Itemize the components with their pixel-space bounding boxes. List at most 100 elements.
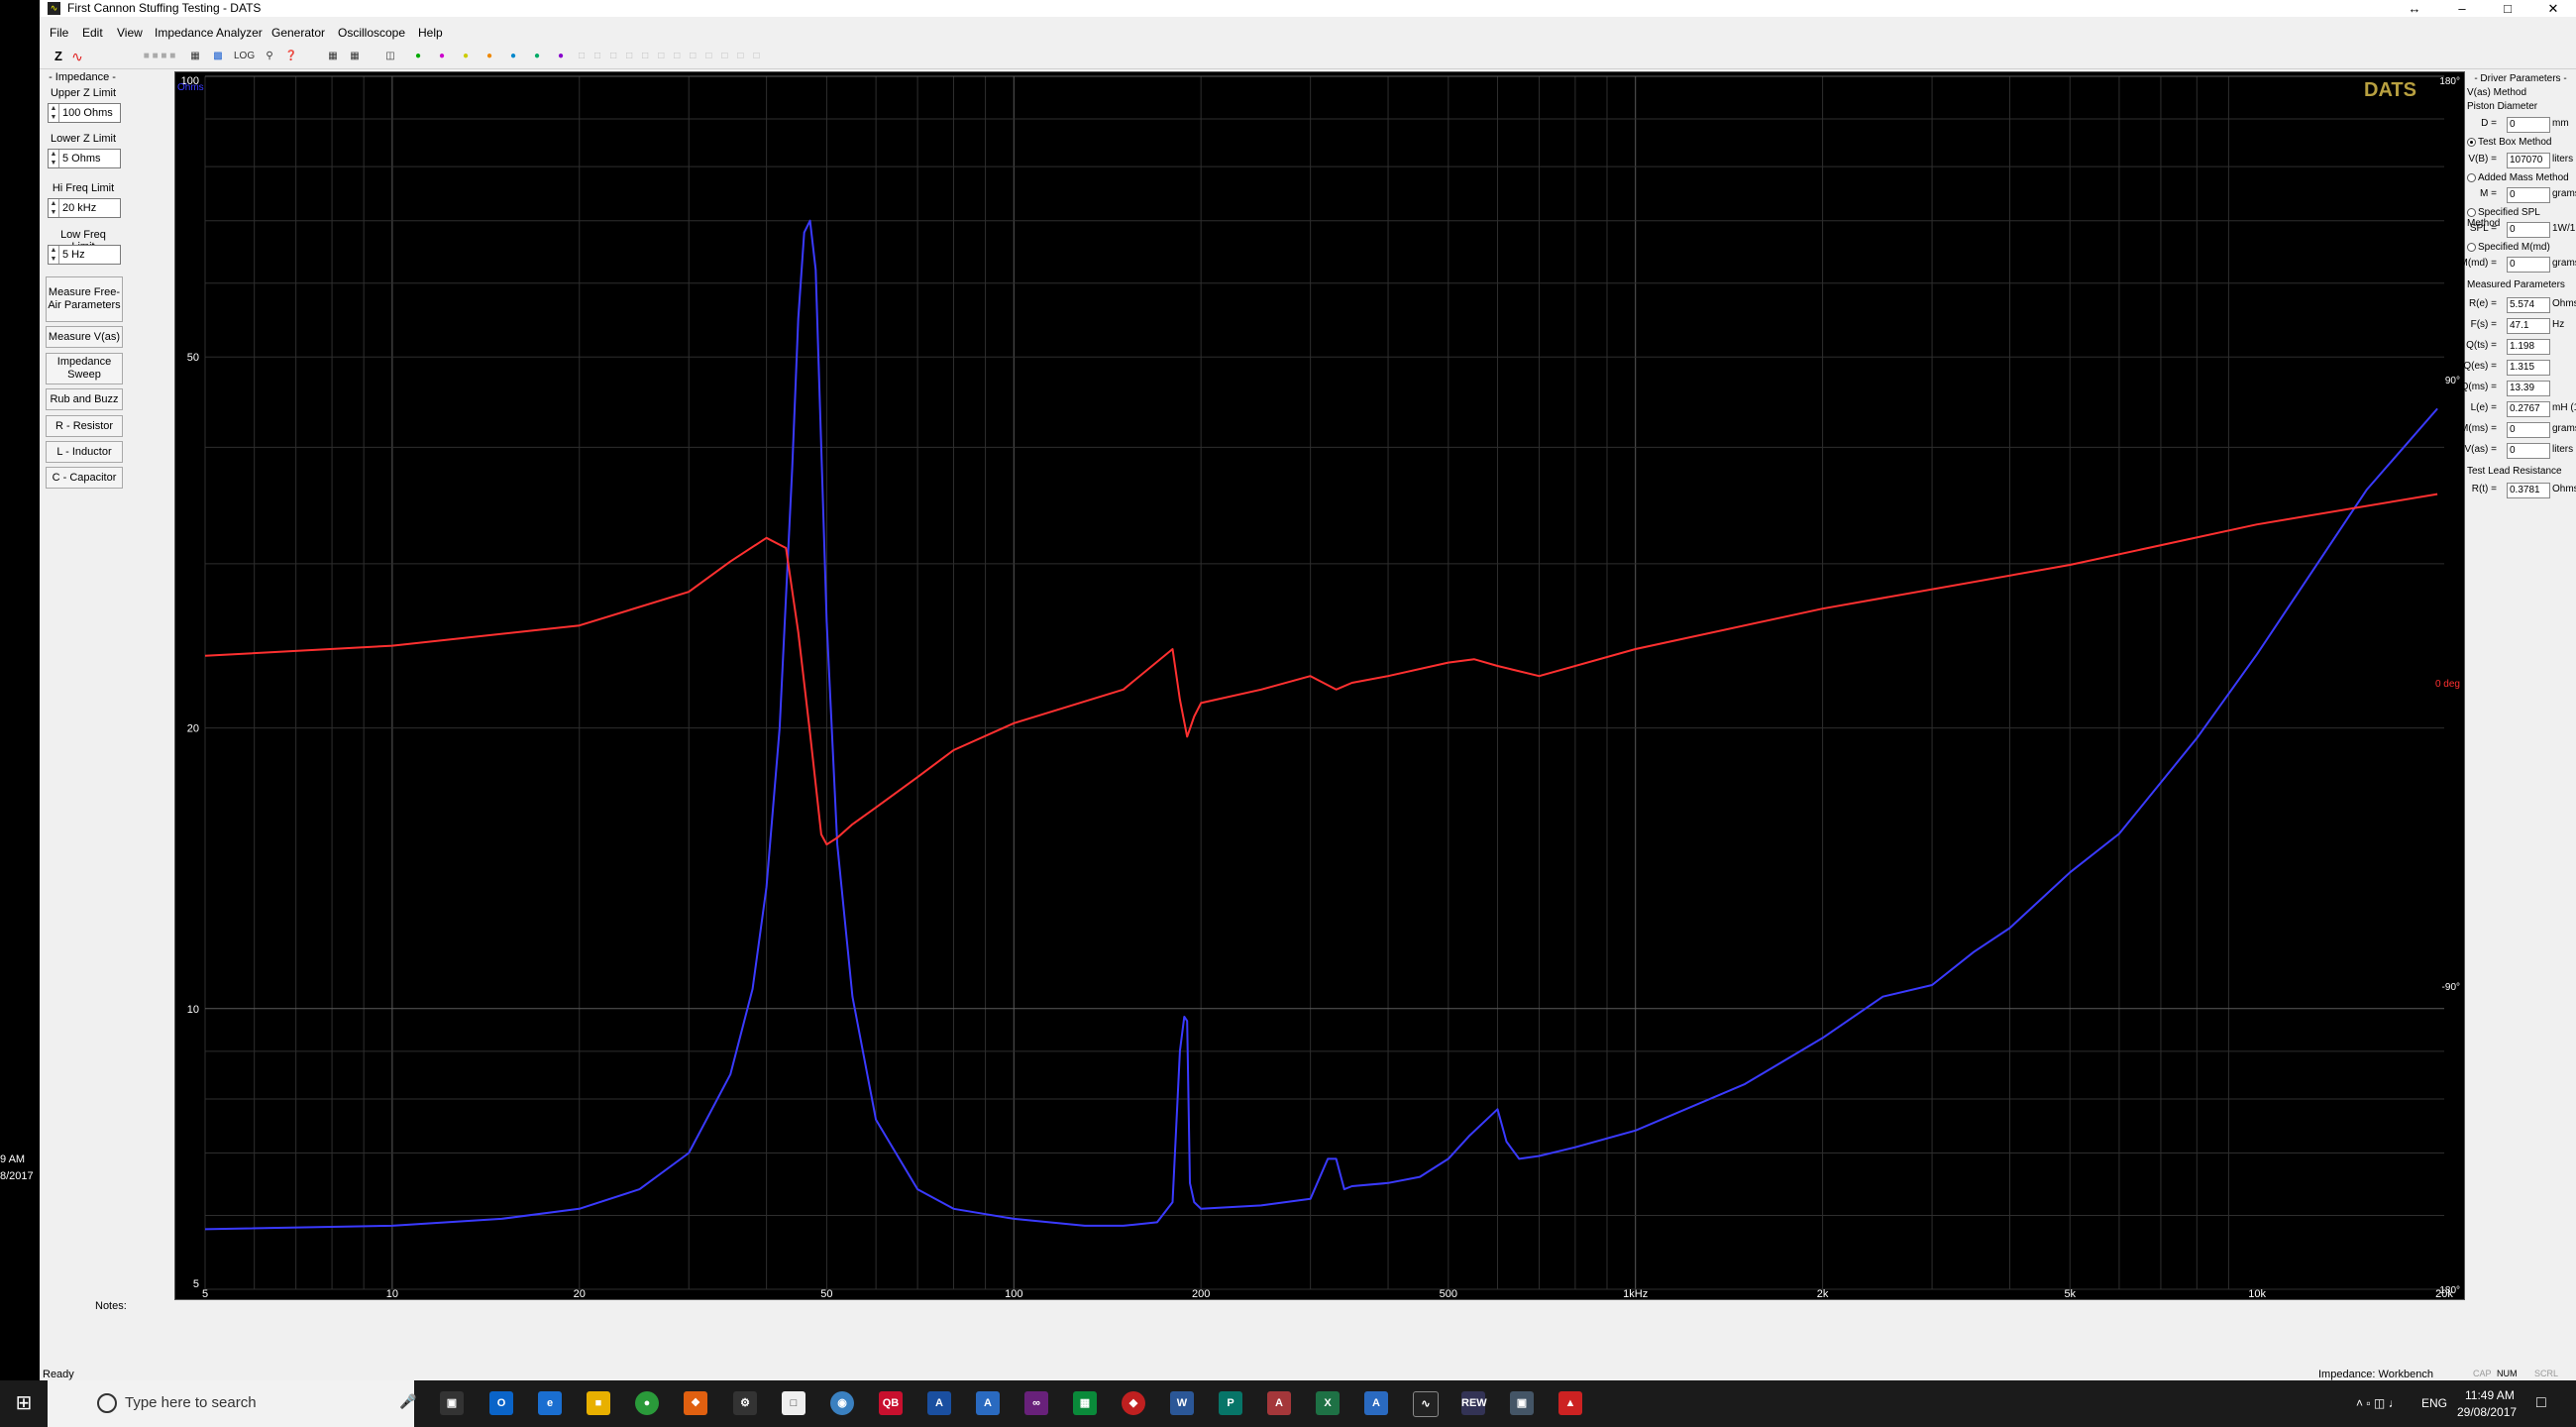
dats-app-icon[interactable]: ∿ [1413, 1391, 1439, 1417]
bar-chart-icon[interactable]: ▩ [210, 48, 226, 65]
app-a3-icon[interactable]: A [1364, 1391, 1388, 1415]
mmd-input[interactable]: 0 [2507, 257, 2550, 273]
taskbar-clock-date[interactable]: 29/08/2017 [2457, 1405, 2517, 1419]
impedance-chart[interactable]: 5 10 20 50 100 200 500 1kHz 2k 5k 10k 20k 100 50 20 10 5… [174, 71, 2465, 1300]
log-scale-icon[interactable]: LOG [234, 48, 255, 65]
phase-tick-label: -90° [2442, 982, 2460, 993]
minimize-button[interactable]: – [2439, 0, 2485, 17]
inductor-button[interactable]: L - Inductor [46, 441, 123, 463]
rub-and-buzz-button[interactable]: Rub and Buzz [46, 388, 123, 410]
steam-icon[interactable]: ⚙ [733, 1391, 757, 1415]
x-tick-label: 100 [1005, 1288, 1022, 1299]
quickbooks-icon[interactable]: QB [879, 1391, 903, 1415]
param-qes-value: 1.315 [2507, 360, 2550, 376]
spl-input[interactable]: 0 [2507, 222, 2550, 238]
specified-mmd-radio[interactable]: Specified M(md) [2467, 242, 2574, 253]
hi-freq-field[interactable]: ▲ ▼ 20 kHz [48, 198, 121, 218]
param-qts-row: Q(ts) = 1.198 [2466, 339, 2574, 355]
param-re-value: 5.574 [2507, 297, 2550, 313]
added-mass-radio[interactable]: Added Mass Method [2467, 172, 2574, 183]
memory-7-icon[interactable]: ● [551, 48, 571, 65]
spin-icon[interactable]: ▲ ▼ [49, 104, 59, 122]
lead-resistance-value[interactable]: 0.3781 [2507, 483, 2550, 498]
rew-icon[interactable]: REW [1461, 1391, 1487, 1415]
menu-file[interactable]: File [50, 26, 68, 40]
param-re-row: R(e) =5.574Ohms [2467, 297, 2576, 313]
app-window: ∿ First Cannon Stuffing Testing - DATS ↔… [40, 0, 2576, 1380]
grid-icon[interactable]: ▦ [188, 48, 202, 65]
mode-a-icon[interactable]: ▦ [323, 48, 343, 65]
word-icon[interactable]: W [1170, 1391, 1194, 1415]
spin-icon[interactable]: ▲ ▼ [49, 246, 59, 264]
memory-write-icon[interactable]: ◫ [380, 48, 400, 65]
menu-impedance-analyzer[interactable]: Impedance Analyzer [155, 26, 263, 40]
memory-4-icon[interactable]: ● [480, 48, 499, 65]
microphone-icon[interactable]: 🎤 [399, 1393, 416, 1410]
measure-free-air-button[interactable]: Measure Free-Air Parameters [46, 276, 123, 322]
diameter-input[interactable]: 0 [2507, 117, 2550, 133]
x-tick-label: 500 [1440, 1288, 1457, 1299]
app-green-icon[interactable]: ▦ [1073, 1391, 1097, 1415]
outlook-icon[interactable]: O [489, 1391, 513, 1415]
document-icon[interactable]: □ [782, 1391, 805, 1415]
mode-b-icon[interactable]: ▦ [345, 48, 365, 65]
app-red-icon[interactable]: ◆ [1122, 1391, 1145, 1415]
language-indicator[interactable]: ENG [2421, 1396, 2447, 1410]
task-view-icon[interactable]: ▣ [440, 1391, 464, 1415]
memory-6-icon[interactable]: ● [527, 48, 547, 65]
file-explorer-icon[interactable]: ■ [587, 1391, 610, 1415]
menu-bar: File Edit View Impedance Analyzer Genera… [40, 24, 2576, 42]
spin-icon[interactable]: ▲ ▼ [49, 150, 59, 167]
app-grey-icon[interactable]: ▣ [1510, 1391, 1534, 1415]
vb-input[interactable]: 107070 [2507, 153, 2550, 168]
x-tick-label: 5 [202, 1288, 208, 1299]
maximize-button[interactable]: □ [2485, 0, 2530, 17]
memory-1-icon[interactable]: ● [408, 48, 428, 65]
close-button[interactable]: ✕ [2530, 0, 2576, 17]
visual-studio-icon[interactable]: ∞ [1024, 1391, 1048, 1415]
probe-icon[interactable]: ⚲ [264, 48, 275, 65]
menu-oscilloscope[interactable]: Oscilloscope [338, 26, 405, 40]
edge-icon[interactable]: e [538, 1391, 562, 1415]
app-orange-icon[interactable]: ❖ [684, 1391, 707, 1415]
search-placeholder: Type here to search [125, 1394, 257, 1411]
spin-icon[interactable]: ▲ ▼ [49, 199, 59, 217]
publisher-icon[interactable]: P [1219, 1391, 1242, 1415]
phase-mode-button[interactable]: ∿ [69, 48, 85, 65]
tray-icons[interactable]: ˄ ▫ ◫ ♩ [2356, 1396, 2401, 1410]
menu-view[interactable]: View [117, 26, 143, 40]
app-a2-icon[interactable]: A [976, 1391, 1000, 1415]
measure-vas-button[interactable]: Measure V(as) [46, 326, 123, 348]
impedance-mode-button[interactable]: Z [52, 48, 65, 65]
impedance-sweep-button[interactable]: Impedance Sweep [46, 353, 123, 384]
windows-start-icon[interactable]: ⊞ [0, 1380, 48, 1427]
chrome-icon[interactable]: ● [635, 1391, 659, 1415]
help-cursor-icon[interactable]: ❓ [283, 48, 299, 65]
lower-z-field[interactable]: ▲ ▼ 5 Ohms [48, 149, 121, 168]
menu-help[interactable]: Help [418, 26, 443, 40]
excel-icon[interactable]: X [1316, 1391, 1340, 1415]
access-icon[interactable]: A [1267, 1391, 1291, 1415]
app-a-icon[interactable]: A [927, 1391, 951, 1415]
app-globe-icon[interactable]: ◉ [830, 1391, 854, 1415]
memory-2-icon[interactable]: ● [432, 48, 452, 65]
upper-z-field[interactable]: ▲ ▼ 100 Ohms [48, 103, 121, 123]
piston-diameter-label: Piston Diameter [2467, 101, 2538, 112]
capacitor-button[interactable]: C - Capacitor [46, 467, 123, 489]
memory-5-icon[interactable]: ● [503, 48, 523, 65]
mass-input[interactable]: 0 [2507, 187, 2550, 203]
app-pdf-icon[interactable]: ▲ [1558, 1391, 1582, 1415]
radio-icon [2467, 172, 2476, 182]
low-freq-field[interactable]: ▲ ▼ 5 Hz [48, 245, 121, 265]
notification-icon[interactable]: □ [2536, 1394, 2546, 1412]
param-fs-value: 47.1 [2507, 318, 2550, 334]
taskbar-search[interactable]: Type here to search 🎤 [48, 1380, 416, 1427]
resistor-button[interactable]: R - Resistor [46, 415, 123, 437]
resize-icon[interactable]: ↔ [2392, 0, 2437, 17]
phase-curve [204, 493, 2438, 846]
menu-generator[interactable]: Generator [271, 26, 325, 40]
memory-3-icon[interactable]: ● [456, 48, 476, 65]
taskbar-clock-time[interactable]: 11:49 AM [2465, 1388, 2515, 1402]
test-box-radio[interactable]: Test Box Method [2467, 137, 2574, 148]
menu-edit[interactable]: Edit [82, 26, 103, 40]
